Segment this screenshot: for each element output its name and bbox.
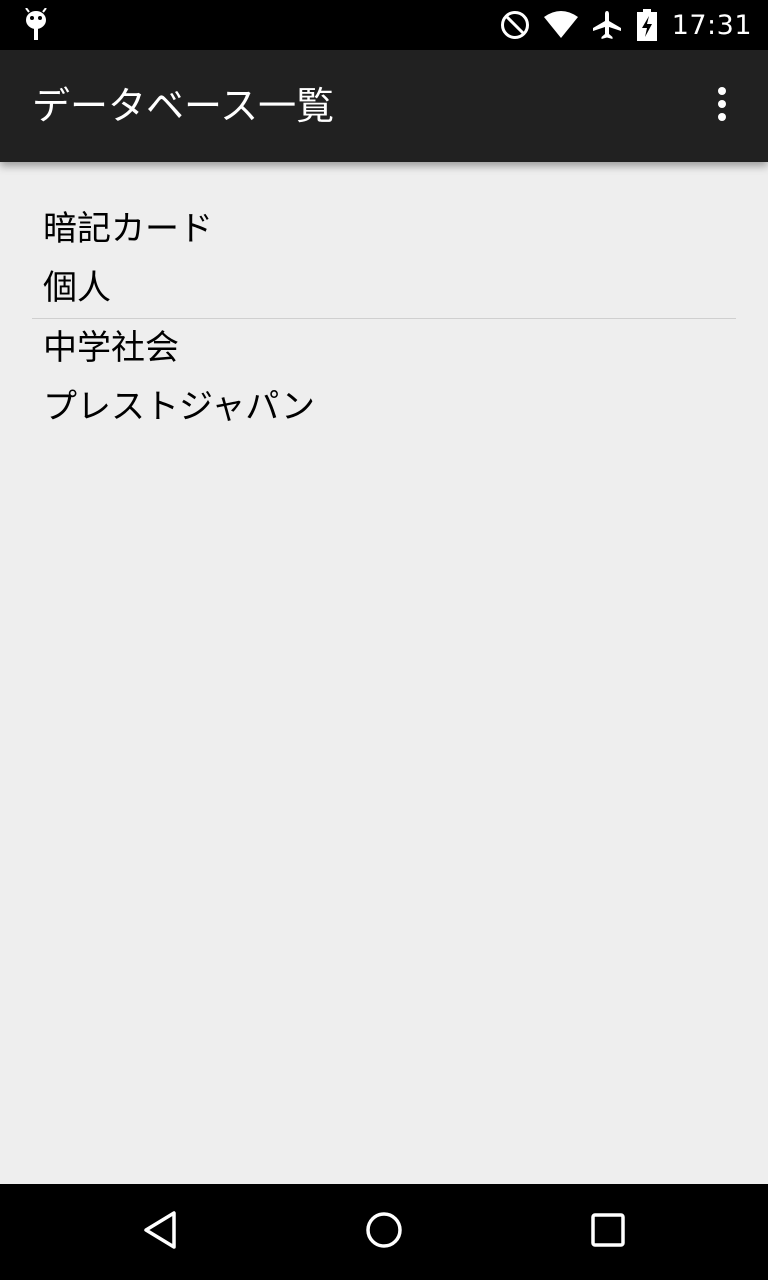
navigation-bar bbox=[0, 1184, 768, 1280]
more-vert-icon bbox=[717, 86, 727, 126]
back-button[interactable] bbox=[130, 1202, 190, 1262]
action-bar: データベース一覧 bbox=[0, 50, 768, 162]
battery-charging-icon bbox=[636, 9, 658, 41]
recents-icon bbox=[590, 1212, 626, 1252]
back-icon bbox=[140, 1210, 180, 1254]
home-button[interactable] bbox=[354, 1202, 414, 1262]
list-item[interactable]: プレストジャパン bbox=[32, 378, 736, 437]
page-title: データベース一覧 bbox=[32, 84, 335, 128]
status-bar: 17:31 bbox=[0, 0, 768, 50]
status-icons: 17:31 bbox=[500, 0, 752, 50]
wifi-icon bbox=[543, 11, 578, 39]
list-item[interactable]: 暗記カード bbox=[32, 200, 736, 259]
app-screen: 17:31 データベース一覧 暗記カード 個人 中学社会 プレストジャパン bbox=[0, 0, 768, 1280]
content-area: 暗記カード 個人 中学社会 プレストジャパン bbox=[0, 162, 768, 1184]
database-list: 暗記カード 個人 中学社会 プレストジャパン bbox=[32, 200, 736, 437]
list-item[interactable]: 個人 bbox=[32, 259, 736, 318]
status-time: 17:31 bbox=[671, 9, 752, 41]
overflow-menu-button[interactable] bbox=[700, 78, 744, 134]
android-debug-icon bbox=[22, 7, 52, 42]
home-icon bbox=[364, 1210, 404, 1254]
list-item[interactable]: 中学社会 bbox=[32, 319, 736, 378]
recents-button[interactable] bbox=[578, 1202, 638, 1262]
do-not-disturb-icon bbox=[500, 10, 530, 40]
airplane-mode-icon bbox=[592, 10, 622, 40]
